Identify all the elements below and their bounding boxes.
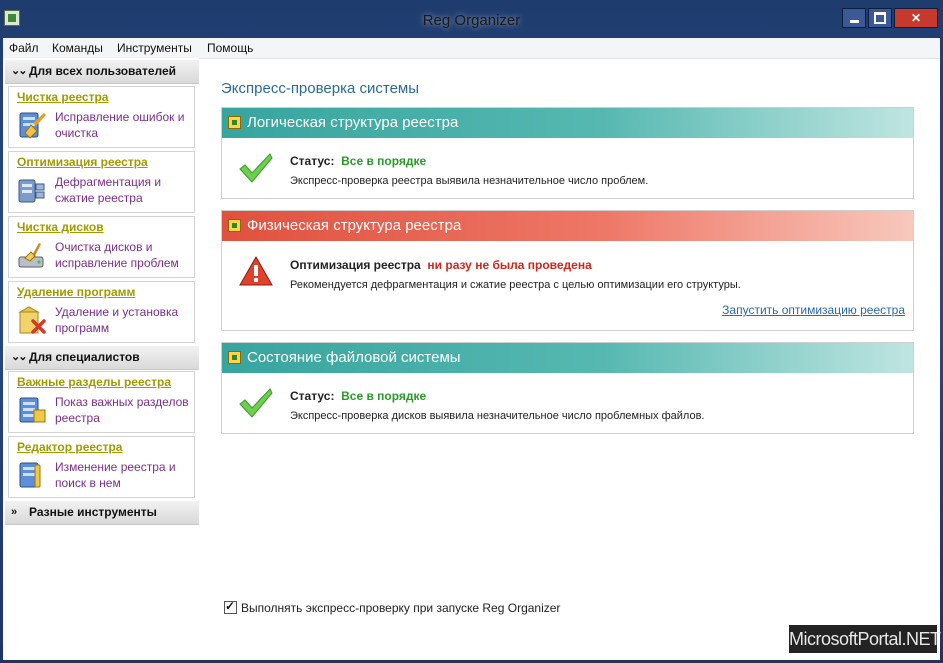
status-value: Все в порядке [341,154,427,168]
checkbox-label: Выполнять экспресс-проверку при запуске … [241,601,561,615]
panel-filesystem-state: Состояние файловой системы Статус: Все в… [221,342,914,434]
tool-card-uninstaller[interactable]: Удаление программ Удаление и установка п… [8,281,195,343]
run-optimization-link[interactable]: Запустить оптимизацию реестра [722,303,905,317]
card-description: Изменение реестра и поиск в нем [55,460,176,490]
registry-optimizer-icon [18,179,45,203]
maximize-icon [874,11,886,24]
panel-logical-structure: Логическая структура реестра Статус: Все… [221,107,914,199]
status-label: Статус: [290,154,335,168]
minimize-icon [849,19,859,23]
chevron-double-right-icon: » [11,506,17,518]
status-line: Статус: Все в порядке [290,154,426,168]
section-all-users[interactable]: ⌄⌄ Для всех пользователей [5,60,199,84]
menu-file[interactable]: Файл [9,41,39,55]
section-label: Для специалистов [29,350,140,364]
warning-icon [239,255,273,286]
registry-editor-icon [19,462,41,488]
status-label: Оптимизация реестра [290,258,421,272]
chevron-double-down-icon: ⌄⌄ [11,351,28,363]
maximize-button[interactable] [868,8,892,28]
checkmark-icon [239,153,273,183]
section-misc-tools[interactable]: » Разные инструменты [5,501,199,525]
card-description: Исправление ошибок и очистка [55,110,185,140]
registry-cleaner-icon [19,112,46,139]
sidebar: ⌄⌄ Для всех пользователей Чистка реестра… [3,58,199,660]
status-line: Статус: Все в порядке [290,389,426,403]
registry-icon [228,116,241,129]
status-message: Рекомендуется дефрагментация и сжатие ре… [290,279,741,291]
registry-icon [228,219,241,232]
card-description: Удаление и установка программ [55,305,179,335]
status-message: Экспресс-проверка реестра выявила незнач… [290,175,649,187]
card-title[interactable]: Удаление программ [17,285,135,299]
menu-bar: Файл Команды Инструменты Помощь [3,38,940,59]
panel-header: Логическая структура реестра [222,108,913,138]
app-window: Reg Organizer ✕ Файл Команды Инструменты… [0,0,943,663]
panel-header: Состояние файловой системы [222,343,913,373]
section-label: Разные инструменты [29,505,157,519]
section-label: Для всех пользователей [29,64,177,78]
card-title[interactable]: Чистка реестра [17,90,108,104]
status-value: ни разу не была проведена [427,258,592,272]
card-title[interactable]: Чистка дисков [17,220,104,234]
panel-header-text: Состояние файловой системы [247,349,461,366]
menu-help[interactable]: Помощь [207,41,253,55]
uninstaller-icon [18,306,46,334]
startup-check-option[interactable]: Выполнять экспресс-проверку при запуске … [224,599,561,615]
status-label: Статус: [290,389,335,403]
panel-physical-structure: Физическая структура реестра Оптимизация… [221,210,914,331]
watermark: MicrosoftPortal.NET [789,625,941,653]
client-area: Файл Команды Инструменты Помощь ⌄⌄ Для в… [3,38,940,660]
tool-card-registry-editor[interactable]: Редактор реестра Изменение реестра и пои… [8,436,195,498]
main-content: Экспресс-проверка системы Логическая стр… [221,58,921,658]
startup-checkbox[interactable] [224,599,237,614]
tool-card-registry-optimizer[interactable]: Оптимизация реестра Дефрагментация и сжа… [8,151,195,213]
checkmark-icon [239,388,273,418]
close-button[interactable]: ✕ [894,8,938,28]
window-title: Reg Organizer [422,12,521,29]
registry-icon [228,351,241,364]
card-description: Очистка дисков и исправление проблем [55,240,179,270]
card-title[interactable]: Оптимизация реестра [17,155,148,169]
important-keys-icon [19,397,46,423]
card-title[interactable]: Важные разделы реестра [17,375,171,389]
close-icon: ✕ [910,11,922,25]
tool-card-registry-cleaner[interactable]: Чистка реестра Исправление ошибок и очис… [8,86,195,148]
card-title[interactable]: Редактор реестра [17,440,122,454]
tool-card-disk-cleaner[interactable]: Чистка дисков Очистка дисков и исправлен… [8,216,195,278]
panel-header-text: Логическая структура реестра [247,114,459,131]
card-description: Дефрагментация и сжатие реестра [55,175,162,205]
card-description: Показ важных разделов реестра [55,395,189,425]
panel-header-text: Физическая структура реестра [247,217,462,234]
status-line: Оптимизация реестра ни разу не была пров… [290,258,592,272]
status-value: Все в порядке [341,389,427,403]
status-message: Экспресс-проверка дисков выявила незначи… [290,410,705,422]
title-bar[interactable]: Reg Organizer ✕ [0,0,943,38]
minimize-button[interactable] [842,8,866,28]
page-title: Экспресс-проверка системы [221,80,420,97]
panel-header: Физическая структура реестра [222,211,913,241]
section-specialists[interactable]: ⌄⌄ Для специалистов [5,346,199,370]
menu-commands[interactable]: Команды [52,41,103,55]
tool-card-important-keys[interactable]: Важные разделы реестра Показ важных разд… [8,371,195,433]
chevron-double-down-icon: ⌄⌄ [11,65,28,77]
menu-tools[interactable]: Инструменты [117,41,192,55]
disk-cleaner-icon [18,243,44,268]
